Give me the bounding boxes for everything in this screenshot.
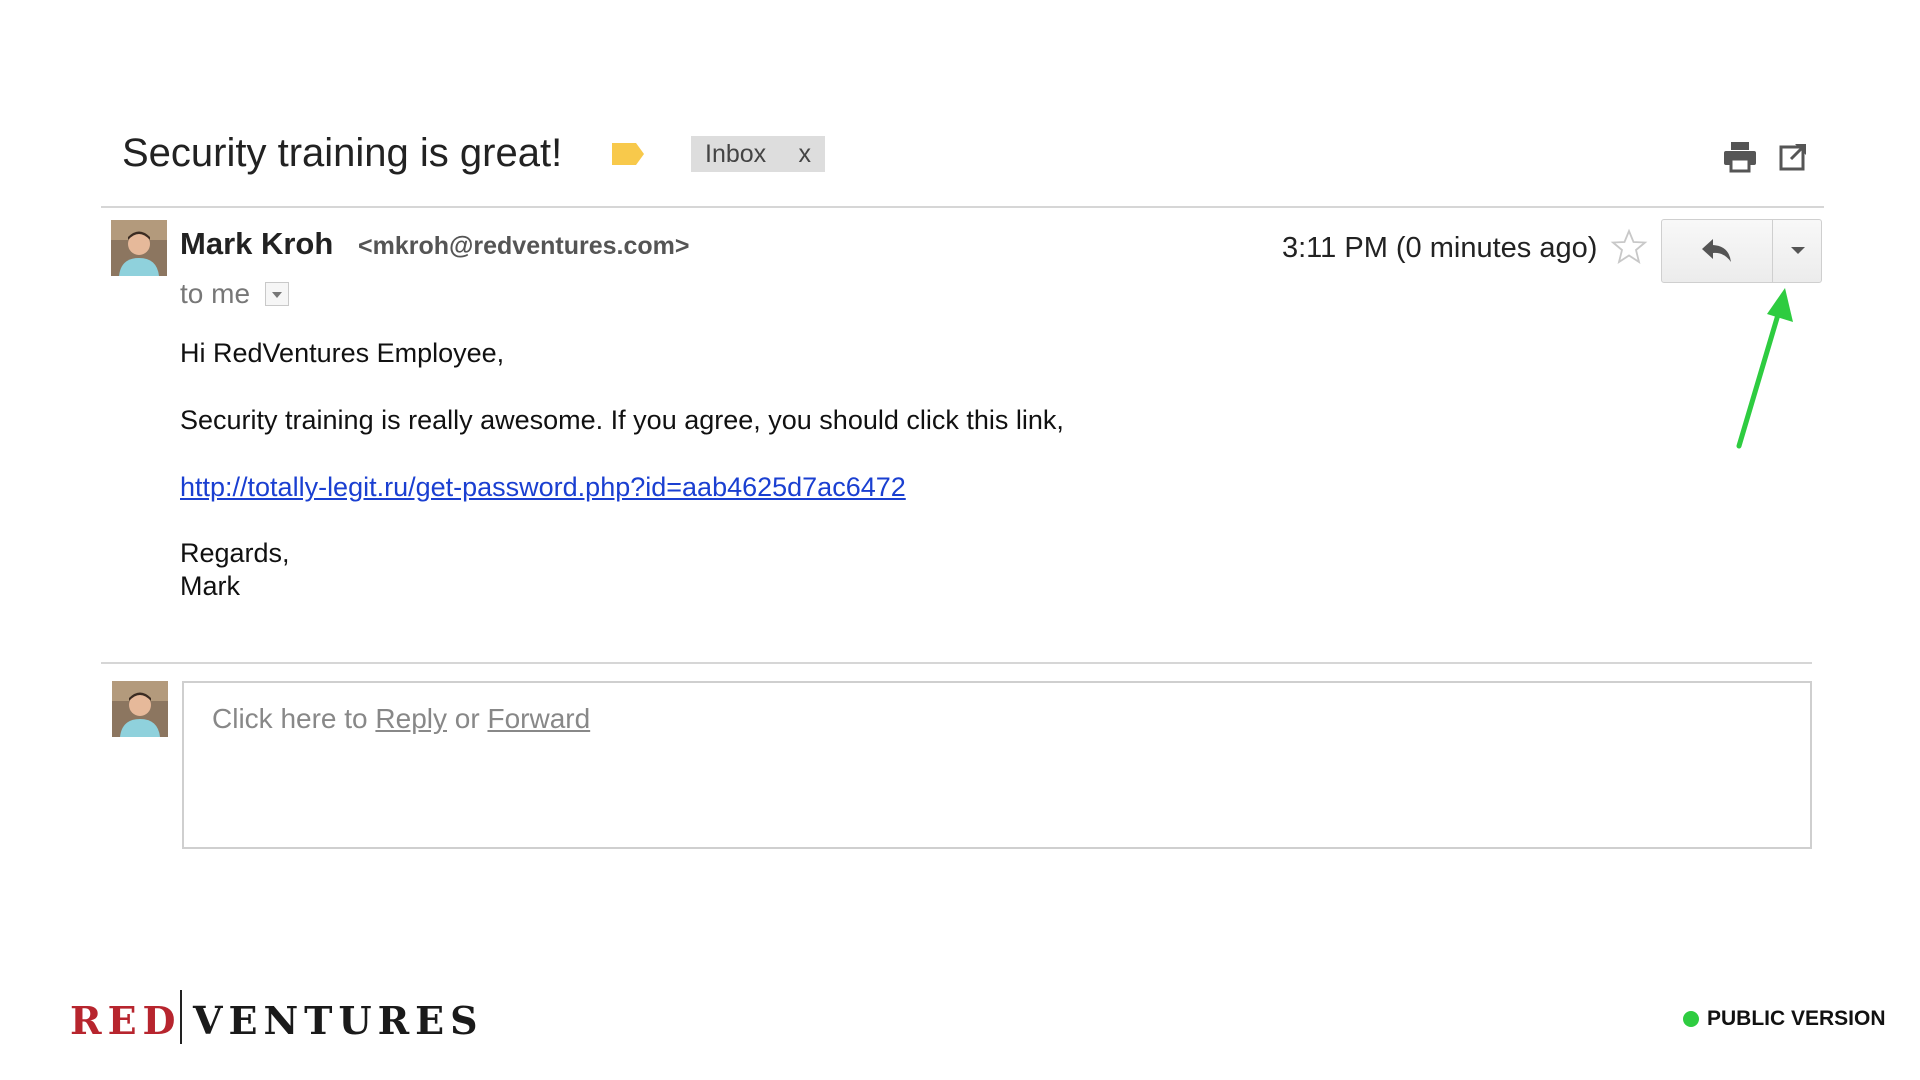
email-paragraph: Security training is really awesome. If … bbox=[180, 405, 1064, 435]
brand-red-text: RED bbox=[70, 998, 182, 1043]
reply-prompt-or: or bbox=[447, 703, 488, 734]
sender-email: <mkroh@redventures.com> bbox=[358, 232, 690, 260]
public-version-label: PUBLIC VERSION bbox=[1707, 1007, 1886, 1030]
message-timestamp: 3:11 PM (0 minutes ago) bbox=[1282, 232, 1598, 264]
remove-label-button[interactable]: x bbox=[799, 140, 812, 169]
open-in-new-window-icon[interactable] bbox=[1778, 142, 1808, 172]
reply-button-group bbox=[1661, 219, 1822, 283]
header-divider bbox=[101, 206, 1824, 208]
forward-link[interactable]: Forward bbox=[487, 703, 590, 734]
inbox-label-chip: Inbox x bbox=[691, 136, 825, 172]
reply-button[interactable] bbox=[1662, 220, 1772, 282]
annotation-arrow bbox=[1736, 288, 1793, 449]
brand-ventures-text: VENTURES bbox=[193, 998, 484, 1043]
inbox-label-text: Inbox bbox=[705, 140, 767, 168]
reply-divider bbox=[101, 662, 1812, 664]
brand-divider bbox=[180, 990, 182, 1044]
email-signature: Mark bbox=[180, 571, 240, 601]
recipient-details-dropdown[interactable] bbox=[265, 282, 289, 306]
reply-link[interactable]: Reply bbox=[375, 703, 447, 734]
current-user-avatar bbox=[112, 681, 168, 737]
reply-prompt-prefix: Click here to bbox=[212, 703, 376, 734]
sender-avatar[interactable] bbox=[111, 220, 167, 276]
reply-prompt: Click here to Reply or Forward bbox=[212, 703, 590, 735]
suspicious-link[interactable]: http://totally-legit.ru/get-password.php… bbox=[180, 472, 906, 503]
status-dot bbox=[1683, 1011, 1699, 1027]
label-tag-icon[interactable] bbox=[610, 141, 646, 167]
print-icon[interactable] bbox=[1722, 140, 1758, 174]
reply-arrow-icon bbox=[1702, 239, 1731, 262]
email-greeting: Hi RedVentures Employee, bbox=[180, 338, 505, 368]
sender-name: Mark Kroh bbox=[180, 226, 334, 261]
email-closing: Regards, bbox=[180, 538, 290, 568]
reply-box[interactable]: Click here to Reply or Forward bbox=[182, 681, 1812, 849]
email-subject: Security training is great! bbox=[122, 131, 563, 175]
more-actions-dropdown[interactable] bbox=[1772, 220, 1822, 282]
star-icon[interactable] bbox=[1610, 228, 1648, 266]
recipient-label: to me bbox=[180, 278, 251, 309]
